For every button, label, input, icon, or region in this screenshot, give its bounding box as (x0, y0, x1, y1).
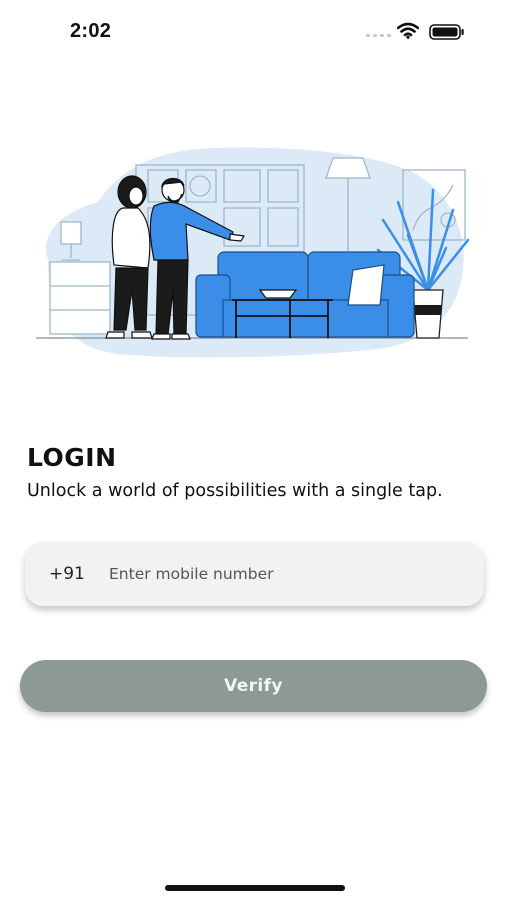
status-time: 2:02 (70, 20, 112, 42)
mobile-number-input[interactable] (109, 554, 449, 594)
wifi-icon (397, 22, 419, 39)
home-indicator (165, 885, 345, 891)
verify-button[interactable]: Verify (20, 660, 487, 712)
cellular-signal-icon (366, 34, 391, 37)
login-subtitle: Unlock a world of possibilities with a s… (27, 481, 443, 501)
country-code[interactable]: +91 (49, 564, 107, 584)
login-screen: 2:02 LOGIN Unlock a world of possibiliti… (0, 0, 507, 900)
battery-icon (429, 24, 464, 40)
login-title: LOGIN (27, 443, 117, 472)
couple-living-room-illustration (36, 147, 470, 358)
mobile-number-field[interactable]: +91 (25, 542, 484, 606)
status-bar: 2:02 (0, 0, 507, 62)
